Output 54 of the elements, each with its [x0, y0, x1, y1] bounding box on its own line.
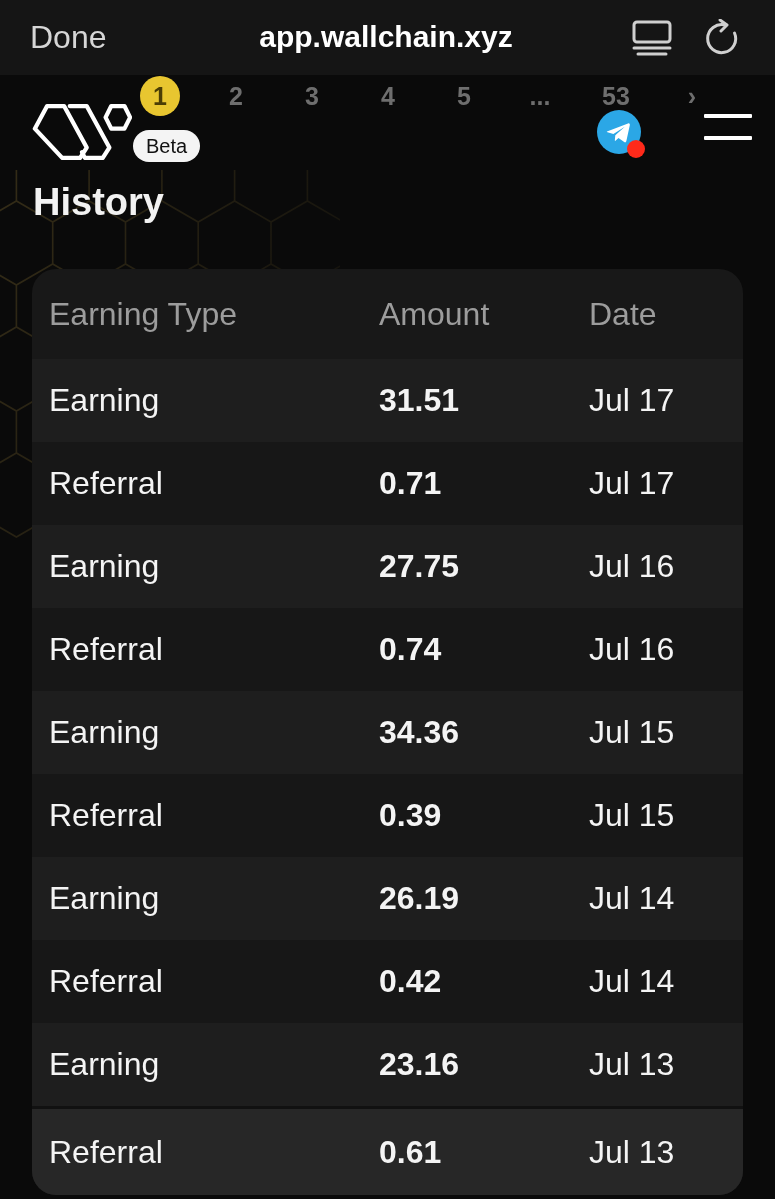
type-cell-text: Referral — [48, 465, 164, 502]
date-cell-text: Jul 13 — [589, 1046, 676, 1083]
date-cell-text: Jul 16 — [589, 631, 676, 668]
type-cell-text: Referral — [48, 631, 164, 668]
date-cell-text: Jul 14 — [589, 880, 676, 917]
amount-cell-text: 27.75 — [379, 548, 461, 585]
type-cell-text: Earning — [48, 382, 161, 419]
date-cell-text: Jul 13 — [589, 1133, 676, 1171]
amount-cell-text: 0.61 — [379, 1133, 443, 1171]
tab-overview-icon[interactable] — [631, 19, 673, 56]
page-title: History — [33, 180, 165, 224]
table-row[interactable]: Referral 0.61 Jul 13 — [32, 1106, 743, 1195]
page-button[interactable]: 1 — [140, 76, 180, 116]
amount-cell-text: 0.74 — [379, 631, 443, 668]
page-button[interactable]: 4 — [368, 82, 408, 110]
amount-cell-text: 0.42 — [379, 963, 443, 1000]
beta-badge: Beta — [133, 129, 201, 162]
date-cell-text: Jul 14 — [589, 963, 676, 1000]
table-row[interactable]: Earning 23.16 Jul 13 — [32, 1023, 743, 1106]
done-button[interactable]: Done — [30, 19, 107, 56]
page-button[interactable]: ... — [520, 82, 560, 110]
type-cell-text: Earning — [48, 548, 161, 585]
page-button[interactable]: › — [672, 82, 712, 110]
date-cell-text: Jul 16 — [589, 548, 676, 585]
amount-cell-text: 34.36 — [379, 714, 461, 751]
page-button[interactable]: 53 — [596, 82, 636, 110]
table-row[interactable]: Earning 26.19 Jul 14 — [32, 857, 743, 940]
table-row[interactable]: Earning 31.51 Jul 17 — [32, 359, 743, 442]
date-cell-text: Jul 17 — [589, 465, 676, 502]
address-text[interactable]: app.wallchain.xyz — [259, 19, 513, 56]
table-row[interactable]: Earning 27.75 Jul 16 — [32, 525, 743, 608]
type-cell-text: Referral — [48, 797, 164, 834]
page-button[interactable]: 5 — [444, 82, 484, 110]
amount-cell-text: 0.39 — [379, 797, 443, 834]
type-cell-text: Earning — [48, 1046, 161, 1083]
type-cell-text: Referral — [48, 1133, 164, 1171]
logo-icon[interactable] — [32, 102, 132, 160]
page-button[interactable]: 3 — [292, 82, 332, 110]
amount-cell-text: 0.71 — [379, 465, 443, 502]
date-cell-text: Jul 17 — [589, 382, 676, 419]
column-header: Date — [589, 295, 658, 333]
menu-icon[interactable] — [704, 114, 752, 140]
date-cell-text: Jul 15 — [589, 797, 676, 834]
type-cell-text: Referral — [48, 963, 164, 1000]
table-row[interactable]: Earning 34.36 Jul 15 — [32, 691, 743, 774]
type-cell-text: Earning — [48, 880, 161, 917]
page-button[interactable]: 2 — [216, 82, 256, 110]
type-cell-text: Earning — [48, 714, 161, 751]
amount-cell-text: 23.16 — [379, 1046, 461, 1083]
date-cell-text: Jul 15 — [589, 714, 676, 751]
column-header: Amount — [379, 295, 491, 333]
amount-cell-text: 26.19 — [379, 880, 461, 917]
amount-cell-text: 31.51 — [379, 382, 461, 419]
column-header: Earning Type — [48, 295, 238, 333]
